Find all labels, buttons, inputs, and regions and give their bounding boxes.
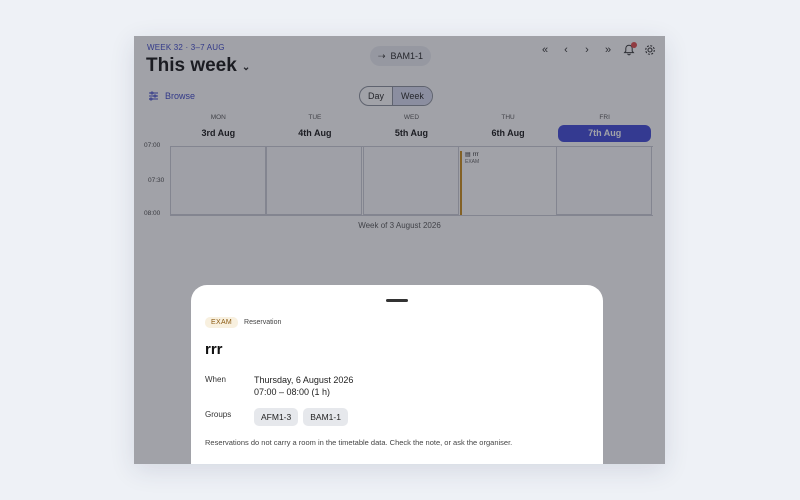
- group-chips: AFM1-3 BAM1-1: [254, 408, 348, 426]
- room-note: Reservations do not carry a room in the …: [205, 438, 513, 447]
- timetable-app: WEEK 32 · 3–7 AUG This week ⌄ ⇢ BAM1-1 «…: [134, 36, 665, 464]
- drag-handle[interactable]: [386, 299, 408, 302]
- when-date: Thursday, 6 August 2026: [254, 375, 354, 385]
- group-chip-afm[interactable]: AFM1-3: [254, 408, 299, 426]
- event-tag-row: EXAM Reservation: [205, 317, 281, 328]
- when-label: When: [205, 375, 226, 384]
- when-time: 07:00 – 08:00 (1 h): [254, 387, 331, 397]
- group-chip-bam[interactable]: BAM1-1: [303, 408, 348, 426]
- event-kind-label: Reservation: [244, 319, 282, 326]
- event-detail-sheet: EXAM Reservation rrr When Thursday, 6 Au…: [191, 285, 603, 464]
- event-detail-title: rrr: [205, 341, 223, 358]
- event-type-badge: EXAM: [205, 317, 239, 328]
- groups-label: Groups: [205, 410, 232, 419]
